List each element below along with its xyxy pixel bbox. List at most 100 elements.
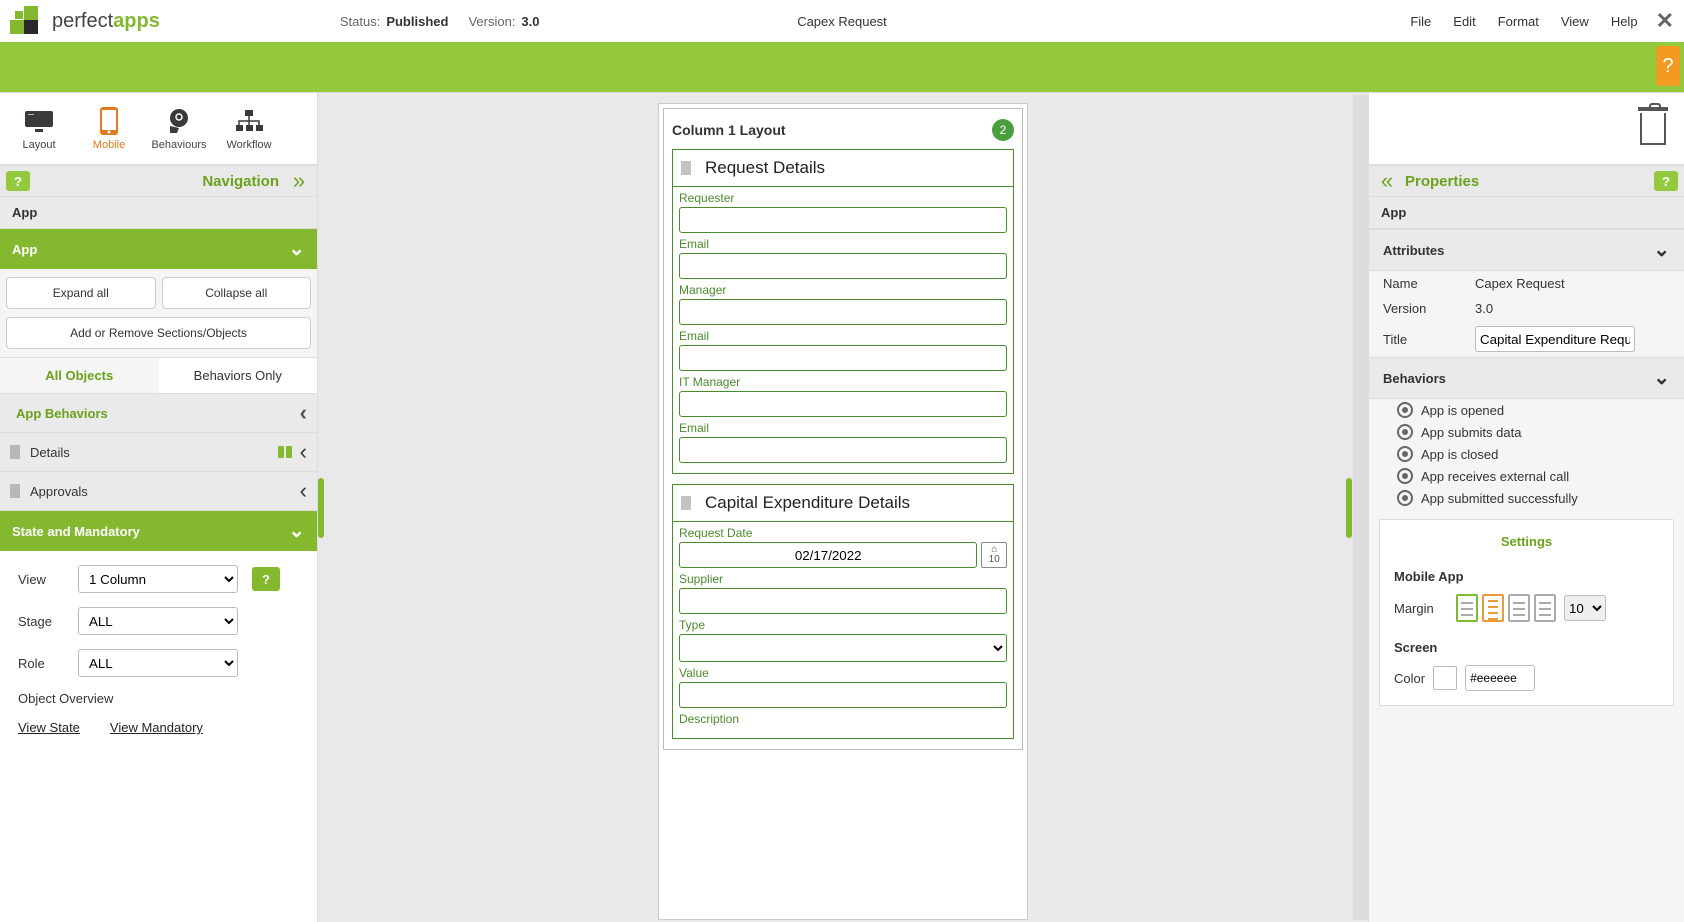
margin-option-3[interactable] — [1508, 594, 1530, 622]
chevron-down-icon — [288, 521, 305, 541]
drag-handle-icon — [10, 484, 20, 498]
monitor-icon — [22, 107, 56, 135]
collapse-nav-icon[interactable] — [287, 169, 311, 193]
behavior-item[interactable]: App submitted successfully — [1369, 487, 1684, 509]
requester-input[interactable] — [679, 207, 1007, 233]
menu-edit[interactable]: Edit — [1453, 14, 1475, 29]
canvas-scrollbar[interactable] — [1353, 95, 1368, 920]
manager-email-input[interactable] — [679, 345, 1007, 371]
role-label: Role — [18, 656, 64, 671]
stage-label: Stage — [18, 614, 64, 629]
close-icon[interactable]: ✕ — [1656, 8, 1674, 34]
tool-row: Layout Mobile Behaviours Workflow — [0, 93, 317, 165]
margin-label: Margin — [1394, 601, 1448, 616]
view-help-button[interactable]: ? — [252, 567, 280, 591]
view-state-link[interactable]: View State — [18, 720, 80, 735]
behavior-item[interactable]: App is closed — [1369, 443, 1684, 465]
margin-option-2[interactable] — [1482, 594, 1504, 622]
props-help-button[interactable]: ? — [1654, 171, 1678, 191]
app-section-header[interactable]: App — [0, 229, 317, 269]
attr-title-input[interactable] — [1475, 326, 1635, 352]
tool-mobile[interactable]: Mobile — [74, 93, 144, 164]
breadcrumb-app: App — [0, 197, 317, 229]
field-label-supplier: Supplier — [679, 572, 1007, 586]
drag-handle-icon[interactable] — [681, 496, 691, 510]
supplier-input[interactable] — [679, 588, 1007, 614]
behaviors-header[interactable]: Behaviors — [1369, 357, 1684, 399]
color-input[interactable] — [1465, 665, 1535, 691]
left-rail-handle[interactable] — [318, 478, 324, 538]
phone-icon — [92, 107, 126, 135]
version-label: Version: — [468, 14, 515, 29]
menu-help[interactable]: Help — [1611, 14, 1638, 29]
section-request-details[interactable]: Request Details Requester Email Manager … — [672, 149, 1014, 474]
chevron-down-icon — [1653, 240, 1670, 260]
menu-format[interactable]: Format — [1498, 14, 1539, 29]
state-mandatory-header[interactable]: State and Mandatory — [0, 511, 317, 551]
behavior-item[interactable]: App submits data — [1369, 421, 1684, 443]
settings-title: Settings — [1394, 534, 1659, 549]
behavior-item[interactable]: App is opened — [1369, 399, 1684, 421]
add-remove-sections-button[interactable]: Add or Remove Sections/Objects — [6, 317, 311, 349]
details-row[interactable]: Details — [0, 433, 317, 472]
email-input[interactable] — [679, 253, 1007, 279]
type-select[interactable] — [679, 634, 1007, 662]
gear-icon — [1397, 402, 1413, 418]
field-label-manager: Manager — [679, 283, 1007, 297]
approvals-row[interactable]: Approvals — [0, 472, 317, 511]
state-form: View 1 Column ? Stage ALL Role ALL Objec… — [0, 551, 317, 922]
app-behaviors-row[interactable]: App Behaviors — [0, 394, 317, 433]
itmanager-email-input[interactable] — [679, 437, 1007, 463]
logo-icon — [10, 6, 44, 36]
help-button[interactable]: ? — [1656, 46, 1680, 86]
collapse-all-button[interactable]: Collapse all — [162, 277, 312, 309]
tool-layout[interactable]: Layout — [4, 93, 74, 164]
color-swatch[interactable] — [1433, 666, 1457, 690]
status-label: Status: — [340, 14, 380, 29]
trash-icon[interactable] — [1640, 113, 1666, 145]
expand-all-button[interactable]: Expand all — [6, 277, 156, 309]
layout-badge[interactable]: 2 — [992, 119, 1014, 141]
margin-option-4[interactable] — [1534, 594, 1556, 622]
tab-all-objects[interactable]: All Objects — [0, 358, 159, 393]
attr-name-label: Name — [1383, 276, 1475, 291]
stage-select[interactable]: ALL — [78, 607, 238, 635]
attr-version-label: Version — [1383, 301, 1475, 316]
app-title: Capex Request — [797, 14, 887, 29]
behavior-item[interactable]: App receives external call — [1369, 465, 1684, 487]
value-input[interactable] — [679, 682, 1007, 708]
reqdate-input[interactable] — [679, 542, 977, 568]
calendar-icon[interactable]: ⌂10 — [981, 542, 1007, 568]
gear-icon — [1397, 446, 1413, 462]
columns-icon — [278, 446, 294, 458]
state-mandatory-label: State and Mandatory — [12, 524, 140, 539]
field-label-email2: Email — [679, 329, 1007, 343]
section-capex-details[interactable]: Capital Expenditure Details Request Date… — [672, 484, 1014, 739]
itmanager-input[interactable] — [679, 391, 1007, 417]
right-rail-handle[interactable] — [1346, 478, 1352, 538]
tool-layout-label: Layout — [22, 139, 55, 151]
right-toolbar — [1369, 93, 1684, 165]
top-bar: perfectapps Status: Published Version: 3… — [0, 0, 1684, 42]
gear-icon — [1397, 490, 1413, 506]
chevron-left-icon — [300, 402, 307, 424]
menu-file[interactable]: File — [1410, 14, 1431, 29]
canvas-frame: Column 1 Layout 2 Request Details Reques… — [658, 103, 1028, 920]
role-select[interactable]: ALL — [78, 649, 238, 677]
view-mandatory-link[interactable]: View Mandatory — [110, 720, 203, 735]
expand-props-icon[interactable] — [1375, 169, 1399, 193]
attributes-header[interactable]: Attributes — [1369, 229, 1684, 271]
chevron-left-icon — [300, 480, 307, 502]
tool-behaviours[interactable]: Behaviours — [144, 93, 214, 164]
margin-option-1[interactable] — [1456, 594, 1478, 622]
menu-view[interactable]: View — [1561, 14, 1589, 29]
left-panel: Layout Mobile Behaviours Workflow ? Navi… — [0, 93, 318, 922]
nav-help-button[interactable]: ? — [6, 171, 30, 191]
drag-handle-icon[interactable] — [681, 161, 691, 175]
tab-behaviors-only[interactable]: Behaviors Only — [159, 358, 318, 393]
view-select[interactable]: 1 Column — [78, 565, 238, 593]
tool-workflow[interactable]: Workflow — [214, 93, 284, 164]
manager-input[interactable] — [679, 299, 1007, 325]
canvas-title: Column 1 Layout — [672, 122, 992, 138]
margin-select[interactable]: 10 — [1564, 595, 1606, 621]
